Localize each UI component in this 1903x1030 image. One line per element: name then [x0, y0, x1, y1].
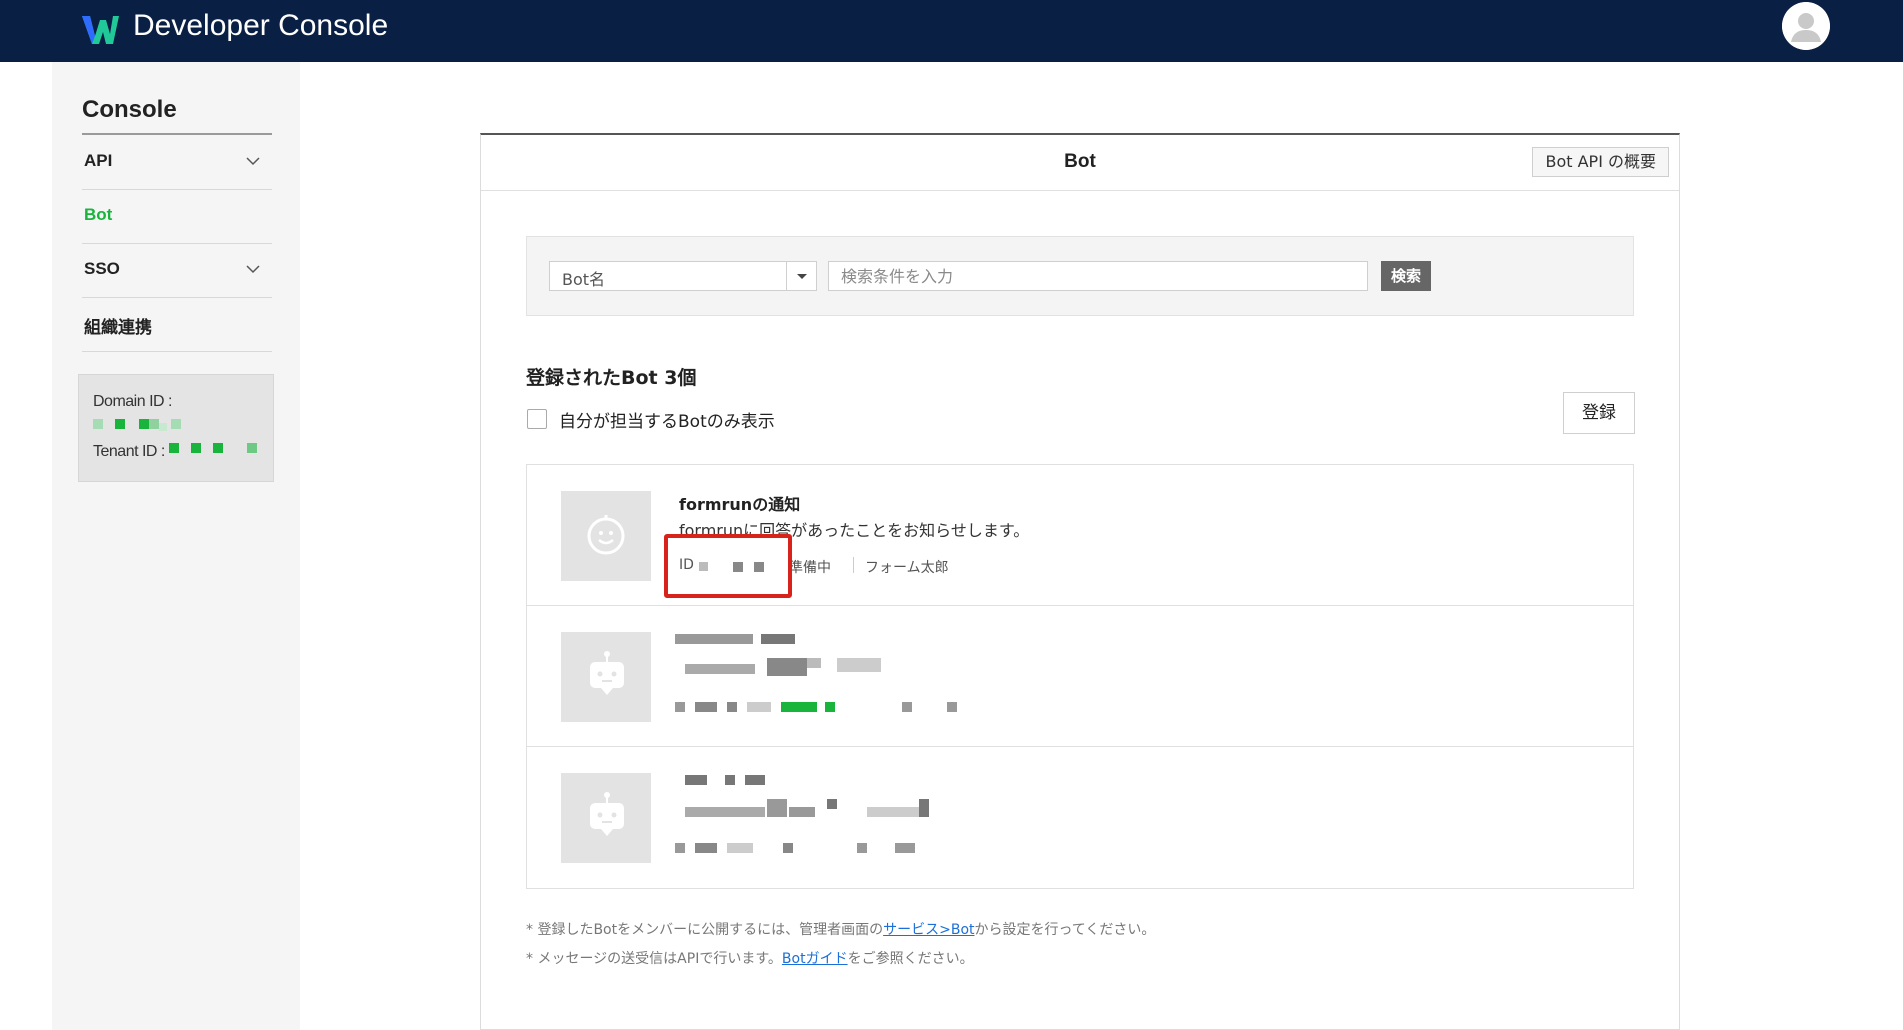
top-bar: Developer Console — [0, 0, 1903, 62]
service-bot-link[interactable]: サービス>Bot — [883, 922, 974, 938]
card-header: Bot Bot API の概要 — [481, 135, 1679, 191]
sidebar-divider — [82, 133, 272, 135]
bot-api-overview-button[interactable]: Bot API の概要 — [1532, 147, 1669, 177]
bot-name[interactable]: formrunの通知 — [679, 491, 800, 515]
sidebar: Console API Bot SSO 組織連携 Domain ID : Ten… — [52, 62, 300, 1030]
meta-divider — [853, 557, 854, 573]
sidebar-item-org-link[interactable]: 組織連携 — [82, 298, 272, 352]
page-title: Bot — [1064, 151, 1096, 172]
footnote-publish: * 登録したBotをメンバーに公開するには、管理者画面のサービス>Botから設定… — [526, 919, 1155, 939]
bot-icon — [561, 632, 651, 722]
app-title: Developer Console — [133, 9, 389, 42]
sidebar-item-bot[interactable]: Bot — [82, 190, 272, 244]
tenant-id-label: Tenant ID : — [93, 443, 165, 460]
sidebar-item-api[interactable]: API — [82, 136, 272, 190]
bot-owner: フォーム太郎 — [865, 560, 949, 576]
user-avatar-icon[interactable] — [1782, 2, 1830, 50]
my-bots-only-label[interactable]: 自分が担当するBotのみ表示 — [559, 407, 775, 432]
search-input[interactable] — [828, 261, 1368, 291]
dropdown-arrow-icon — [786, 262, 816, 290]
note-text: * 登録したBotをメンバーに公開するには、管理者画面の — [526, 922, 884, 938]
sidebar-item-label: 組織連携 — [84, 318, 152, 337]
search-bar: Bot名 検索 — [526, 236, 1634, 316]
bot-guide-link[interactable]: Botガイド — [782, 951, 848, 967]
note-text: * メッセージの送受信はAPIで行います。 — [526, 951, 782, 967]
chevron-down-icon — [246, 265, 260, 274]
my-bots-only-checkbox[interactable] — [527, 409, 547, 429]
sidebar-item-label: API — [84, 151, 113, 170]
highlight-annotation — [664, 534, 792, 598]
bot-count-heading: 登録されたBot 3個 — [526, 367, 697, 389]
bot-card: Bot Bot API の概要 Bot名 検索 登録されたBot 3個 自分が担… — [480, 133, 1680, 1030]
sidebar-item-label: SSO — [84, 259, 120, 278]
bot-row[interactable]: formrunの通知 formrunに回答があったことをお知らせします。 ID … — [527, 465, 1633, 606]
search-field-select[interactable]: Bot名 — [549, 261, 817, 291]
sidebar-item-sso[interactable]: SSO — [82, 244, 272, 298]
search-button[interactable]: 検索 — [1381, 261, 1431, 291]
note-text: から設定を行ってください。 — [974, 922, 1156, 938]
bot-smile-icon — [561, 491, 651, 581]
note-text: をご参照ください。 — [847, 951, 974, 967]
bot-list: formrunの通知 formrunに回答があったことをお知らせします。 ID … — [526, 464, 1634, 889]
domain-id-label: Domain ID : — [93, 393, 172, 410]
select-value: Bot名 — [562, 270, 606, 289]
register-button[interactable]: 登録 — [1563, 392, 1635, 434]
bot-icon — [561, 773, 651, 863]
footnote-api: * メッセージの送受信はAPIで行います。Botガイドをご参照ください。 — [526, 948, 974, 968]
bot-row[interactable] — [527, 606, 1633, 747]
bot-status: 準備中 — [789, 560, 831, 576]
bot-row[interactable] — [527, 747, 1633, 888]
chevron-down-icon — [246, 157, 260, 166]
sidebar-title: Console — [82, 96, 177, 123]
sidebar-item-label: Bot — [84, 205, 113, 224]
tenant-info-box: Domain ID : Tenant ID : — [78, 374, 274, 482]
works-logo-icon[interactable] — [80, 12, 120, 48]
